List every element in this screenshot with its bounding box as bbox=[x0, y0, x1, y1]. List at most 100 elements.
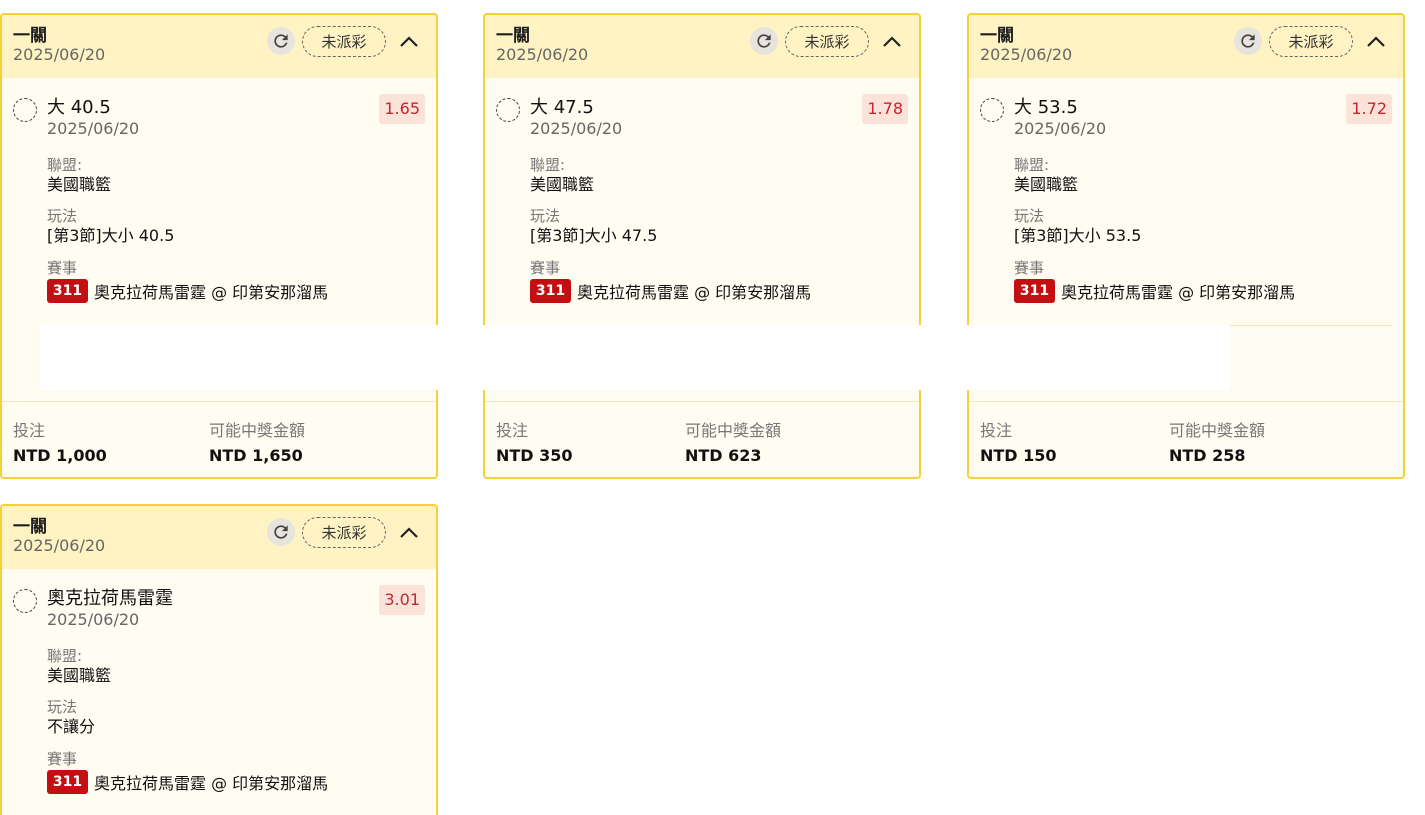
play-value: 不讓分 bbox=[47, 717, 96, 736]
play-label: 玩法 bbox=[530, 207, 561, 225]
refresh-button[interactable] bbox=[750, 27, 778, 55]
event-row: 311 奧克拉荷馬雷霆 @ 印第安那溜馬 bbox=[1014, 279, 1295, 303]
play-label: 玩法 bbox=[47, 207, 78, 225]
stake-value: NTD 150 bbox=[980, 446, 1057, 465]
bet-selection: 奧克拉荷馬雷霆 bbox=[47, 588, 173, 609]
potential-win-value: NTD 258 bbox=[1169, 446, 1246, 465]
league-label: 聯盟: bbox=[1014, 156, 1050, 174]
card-title: 一關 bbox=[13, 517, 47, 537]
bet-radio[interactable] bbox=[980, 98, 1004, 122]
status-badge: 未派彩 bbox=[785, 26, 869, 57]
card-footer: 投注 NTD 1,000 可能中獎金額 NTD 1,650 bbox=[2, 401, 436, 477]
stake-label: 投注 bbox=[496, 421, 529, 440]
event-row: 311 奧克拉荷馬雷霆 @ 印第安那溜馬 bbox=[47, 279, 328, 303]
refresh-button[interactable] bbox=[1234, 27, 1262, 55]
event-name: 奧克拉荷馬雷霆 @ 印第安那溜馬 bbox=[94, 774, 329, 793]
event-number-badge: 311 bbox=[47, 279, 88, 303]
stake-value: NTD 1,000 bbox=[13, 446, 107, 465]
card-footer: 投注 NTD 350 可能中獎金額 NTD 623 bbox=[485, 401, 919, 477]
event-name: 奧克拉荷馬雷霆 @ 印第安那溜馬 bbox=[94, 283, 329, 302]
refresh-icon bbox=[757, 34, 771, 48]
play-value: [第3節]大小 53.5 bbox=[1014, 226, 1142, 245]
card-date: 2025/06/20 bbox=[13, 536, 106, 555]
bet-date: 2025/06/20 bbox=[47, 119, 140, 138]
bet-selection: 大 53.5 bbox=[1014, 97, 1078, 118]
bet-card-1: 一關 2025/06/20 未派彩 大 40.5 1.65 2025/06/20… bbox=[0, 13, 438, 479]
refresh-icon bbox=[274, 34, 288, 48]
league-value: 美國職籃 bbox=[47, 666, 112, 685]
bet-date: 2025/06/20 bbox=[47, 610, 140, 629]
play-value: [第3節]大小 40.5 bbox=[47, 226, 175, 245]
event-label: 賽事 bbox=[47, 259, 78, 277]
card-date: 2025/06/20 bbox=[13, 45, 106, 64]
league-label: 聯盟: bbox=[47, 156, 83, 174]
event-row: 311 奧克拉荷馬雷霆 @ 印第安那溜馬 bbox=[530, 279, 811, 303]
collapse-button[interactable] bbox=[1365, 31, 1387, 53]
bet-radio[interactable] bbox=[496, 98, 520, 122]
chevron-up-icon bbox=[400, 36, 418, 47]
potential-win-value: NTD 1,650 bbox=[209, 446, 303, 465]
bet-selection: 大 47.5 bbox=[530, 97, 594, 118]
card-title: 一關 bbox=[980, 26, 1014, 46]
bet-date: 2025/06/20 bbox=[530, 119, 623, 138]
potential-win-label: 可能中獎金額 bbox=[209, 421, 306, 440]
card-header: 一關 2025/06/20 未派彩 bbox=[485, 15, 919, 78]
card-footer: 投注 NTD 150 可能中獎金額 NTD 258 bbox=[969, 401, 1403, 477]
refresh-button[interactable] bbox=[267, 518, 295, 546]
event-number-badge: 311 bbox=[1014, 279, 1055, 303]
bet-radio[interactable] bbox=[13, 98, 37, 122]
event-row: 311 奧克拉荷馬雷霆 @ 印第安那溜馬 bbox=[47, 770, 328, 794]
collapse-button[interactable] bbox=[398, 31, 420, 53]
odds-badge: 3.01 bbox=[379, 585, 425, 615]
potential-win-label: 可能中獎金額 bbox=[685, 421, 782, 440]
event-number-badge: 311 bbox=[47, 770, 88, 794]
league-label: 聯盟: bbox=[530, 156, 566, 174]
card-title: 一關 bbox=[13, 26, 47, 46]
card-header: 一關 2025/06/20 未派彩 bbox=[969, 15, 1403, 78]
card-date: 2025/06/20 bbox=[496, 45, 589, 64]
card-header: 一關 2025/06/20 未派彩 bbox=[2, 15, 436, 78]
event-label: 賽事 bbox=[530, 259, 561, 277]
chevron-up-icon bbox=[883, 36, 901, 47]
chevron-up-icon bbox=[400, 527, 418, 538]
card-header: 一關 2025/06/20 未派彩 bbox=[2, 506, 436, 569]
event-number-badge: 311 bbox=[530, 279, 571, 303]
status-badge: 未派彩 bbox=[302, 517, 386, 548]
refresh-icon bbox=[274, 525, 288, 539]
potential-win-label: 可能中獎金額 bbox=[1169, 421, 1266, 440]
status-badge: 未派彩 bbox=[1269, 26, 1353, 57]
league-value: 美國職籃 bbox=[1014, 175, 1079, 194]
bet-card-3: 一關 2025/06/20 未派彩 大 53.5 1.72 2025/06/20… bbox=[967, 13, 1405, 479]
play-label: 玩法 bbox=[1014, 207, 1045, 225]
league-value: 美國職籃 bbox=[530, 175, 595, 194]
bet-radio[interactable] bbox=[13, 589, 37, 613]
refresh-button[interactable] bbox=[267, 27, 295, 55]
bet-card-2: 一關 2025/06/20 未派彩 大 47.5 1.78 2025/06/20… bbox=[483, 13, 921, 479]
bet-card-4: 一關 2025/06/20 未派彩 奧克拉荷馬雷霆 3.01 2025/06/2… bbox=[0, 504, 438, 815]
event-label: 賽事 bbox=[47, 750, 78, 768]
refresh-icon bbox=[1241, 34, 1255, 48]
stake-value: NTD 350 bbox=[496, 446, 573, 465]
bet-date: 2025/06/20 bbox=[1014, 119, 1107, 138]
bet-body: 奧克拉荷馬雷霆 3.01 2025/06/20 聯盟: 美國職籃 玩法 不讓分 … bbox=[2, 569, 436, 815]
card-date: 2025/06/20 bbox=[980, 45, 1073, 64]
event-name: 奧克拉荷馬雷霆 @ 印第安那溜馬 bbox=[1061, 283, 1296, 302]
card-title: 一關 bbox=[496, 26, 530, 46]
league-value: 美國職籃 bbox=[47, 175, 112, 194]
event-label: 賽事 bbox=[1014, 259, 1045, 277]
status-badge: 未派彩 bbox=[302, 26, 386, 57]
overlay-band bbox=[40, 325, 1230, 390]
play-label: 玩法 bbox=[47, 698, 78, 716]
collapse-button[interactable] bbox=[881, 31, 903, 53]
odds-badge: 1.78 bbox=[862, 94, 908, 124]
league-label: 聯盟: bbox=[47, 647, 83, 665]
play-value: [第3節]大小 47.5 bbox=[530, 226, 658, 245]
potential-win-value: NTD 623 bbox=[685, 446, 762, 465]
chevron-up-icon bbox=[1367, 36, 1385, 47]
stake-label: 投注 bbox=[13, 421, 46, 440]
odds-badge: 1.65 bbox=[379, 94, 425, 124]
bet-selection: 大 40.5 bbox=[47, 97, 111, 118]
event-name: 奧克拉荷馬雷霆 @ 印第安那溜馬 bbox=[577, 283, 812, 302]
stake-label: 投注 bbox=[980, 421, 1013, 440]
collapse-button[interactable] bbox=[398, 522, 420, 544]
